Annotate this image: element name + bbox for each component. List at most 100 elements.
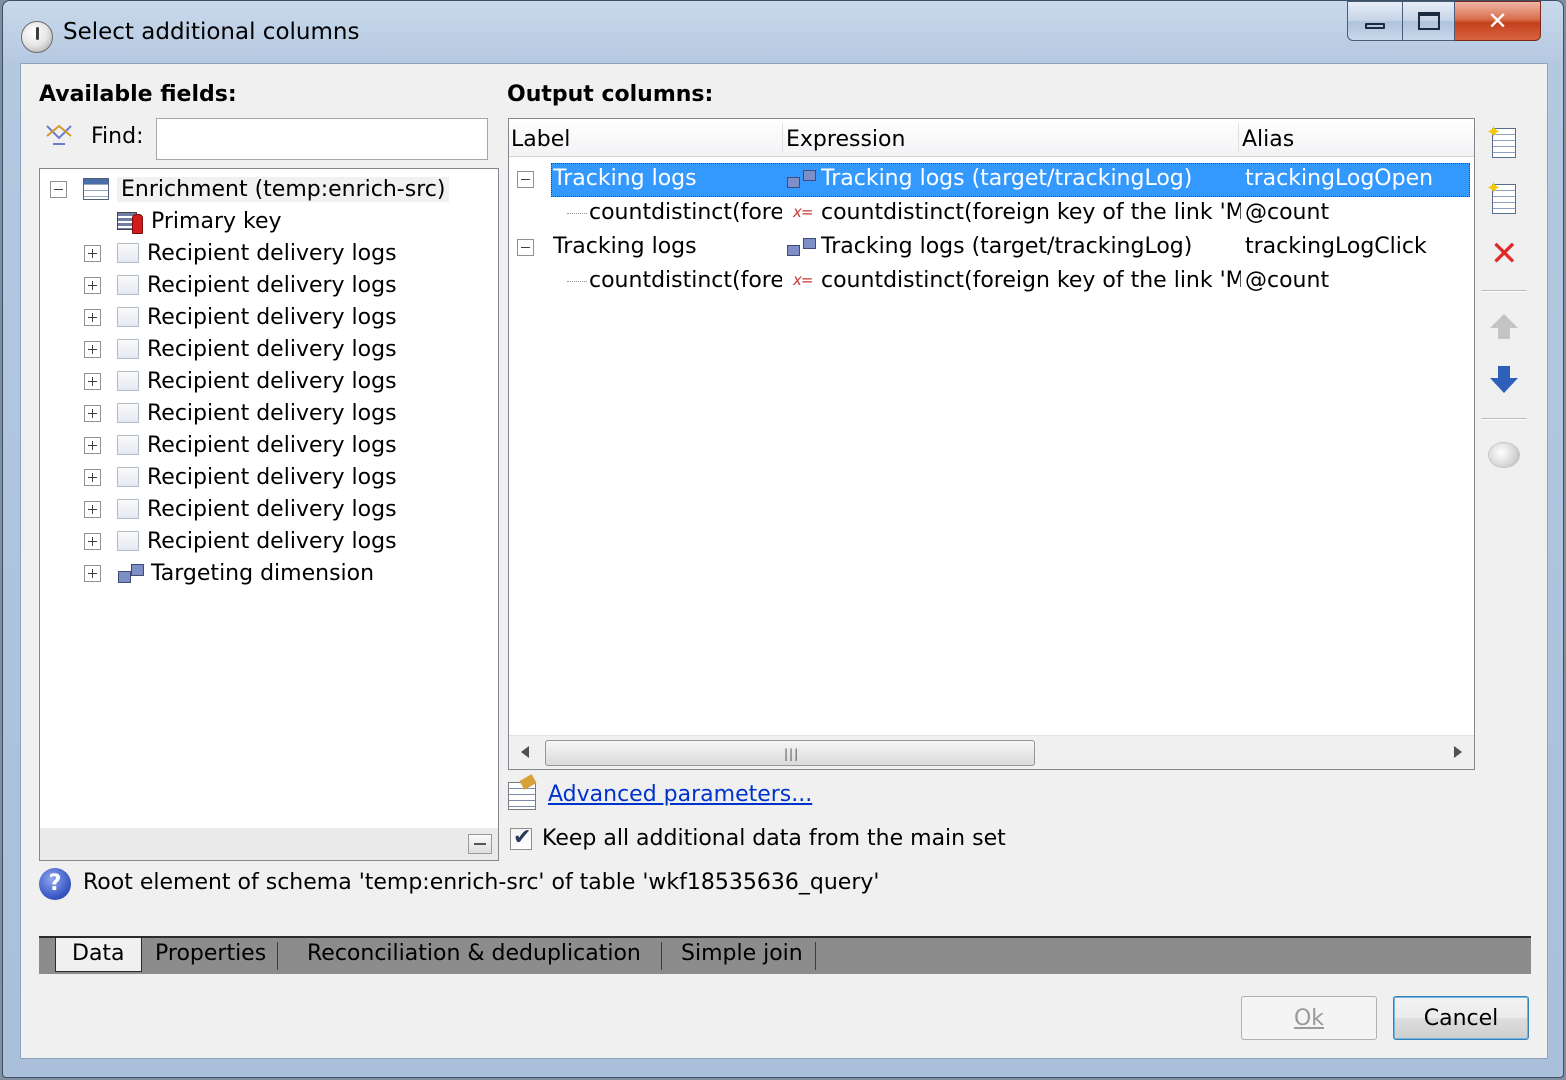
tree-node[interactable]: Recipient delivery logs bbox=[84, 493, 397, 525]
expand-icon[interactable] bbox=[84, 244, 101, 262]
tree-node[interactable]: Recipient delivery logs bbox=[84, 397, 397, 429]
column-separator[interactable] bbox=[782, 123, 783, 153]
cell-alias[interactable]: @count bbox=[1245, 268, 1469, 293]
link-icon bbox=[787, 237, 819, 257]
collapse-tree-button[interactable] bbox=[468, 834, 492, 854]
window-title: Select additional columns bbox=[63, 19, 360, 45]
keep-all-data-checkbox[interactable]: ✔ bbox=[510, 825, 532, 850]
column-separator[interactable] bbox=[1238, 123, 1239, 153]
move-down-button[interactable] bbox=[1484, 364, 1524, 404]
cell-alias[interactable]: trackingLogClick bbox=[1245, 234, 1469, 259]
cell-label[interactable]: Tracking logs bbox=[553, 166, 782, 191]
title-bar[interactable]: Select additional columns ✕ bbox=[3, 1, 1563, 63]
tab-reconciliation[interactable]: Reconciliation & deduplication bbox=[291, 938, 657, 974]
element-icon bbox=[117, 243, 139, 263]
close-icon: ✕ bbox=[1487, 7, 1508, 35]
collapse-icon[interactable] bbox=[517, 171, 534, 188]
output-columns-grid[interactable]: Label Expression Alias Tracking logs Trac… bbox=[508, 118, 1475, 770]
advanced-parameters-link[interactable]: Advanced parameters... bbox=[548, 782, 812, 807]
expand-icon[interactable] bbox=[84, 276, 101, 294]
tree-node[interactable]: Recipient delivery logs bbox=[84, 365, 397, 397]
expand-icon[interactable] bbox=[84, 532, 101, 550]
cell-label[interactable]: Tracking logs bbox=[553, 234, 782, 259]
delete-icon: ✕ bbox=[1490, 234, 1519, 274]
maximize-button[interactable] bbox=[1403, 1, 1455, 41]
check-icon: ✔ bbox=[513, 825, 532, 850]
expand-icon[interactable] bbox=[84, 564, 101, 582]
tree-node-label: Recipient delivery logs bbox=[147, 496, 397, 522]
cell-alias[interactable]: trackingLogOpen bbox=[1245, 166, 1469, 191]
expand-icon[interactable] bbox=[84, 308, 101, 326]
table-row[interactable]: countdistinct(foreign key of the link 'M… bbox=[509, 197, 1474, 231]
tree-node-label: Recipient delivery logs bbox=[147, 304, 397, 330]
available-fields-tree[interactable]: Enrichment (temp:enrich-src) Primary key R… bbox=[39, 168, 499, 861]
table-row[interactable]: Tracking logs Tracking logs (target/track… bbox=[509, 163, 1474, 197]
tree-node-label: Recipient delivery logs bbox=[147, 336, 397, 362]
tree-node[interactable]: Recipient delivery logs bbox=[84, 333, 397, 365]
primary-key-icon bbox=[117, 210, 143, 234]
tree-node[interactable]: Recipient delivery logs bbox=[84, 237, 397, 269]
advanced-parameters-icon bbox=[508, 782, 536, 810]
tab-properties[interactable]: Properties bbox=[139, 938, 282, 974]
cell-alias[interactable]: @count bbox=[1245, 200, 1469, 225]
ok-button[interactable]: Ok bbox=[1241, 996, 1377, 1040]
add-column-button[interactable]: ✦ bbox=[1484, 122, 1524, 164]
collapse-icon[interactable] bbox=[50, 180, 67, 198]
tab-separator bbox=[277, 942, 278, 970]
scroll-right-icon[interactable] bbox=[1454, 746, 1462, 758]
expand-icon[interactable] bbox=[84, 500, 101, 518]
cancel-button[interactable]: Cancel bbox=[1393, 996, 1529, 1040]
tree-node-label: Recipient delivery logs bbox=[147, 464, 397, 490]
expand-icon[interactable] bbox=[84, 436, 101, 454]
horizontal-scrollbar[interactable]: ||| bbox=[509, 735, 1474, 769]
help-icon: ? bbox=[39, 868, 71, 900]
tree-node[interactable]: Recipient delivery logs bbox=[84, 461, 397, 493]
edit-column-button[interactable]: ✦ bbox=[1484, 178, 1524, 220]
move-up-button[interactable] bbox=[1484, 310, 1524, 350]
tree-node[interactable]: Recipient delivery logs bbox=[84, 301, 397, 333]
tree-node[interactable]: Recipient delivery logs bbox=[84, 429, 397, 461]
tree-root-node[interactable]: Enrichment (temp:enrich-src) bbox=[50, 173, 450, 205]
keep-all-data-label[interactable]: Keep all additional data from the main s… bbox=[542, 826, 1006, 851]
table-row[interactable]: Tracking logs Tracking logs (target/track… bbox=[509, 231, 1474, 265]
star-icon: ✦ bbox=[1486, 122, 1502, 143]
expression-icon: x= bbox=[793, 203, 813, 221]
column-header-expression[interactable]: Expression bbox=[786, 127, 905, 152]
expand-icon[interactable] bbox=[84, 372, 101, 390]
element-icon bbox=[117, 499, 139, 519]
expand-icon[interactable] bbox=[84, 404, 101, 422]
tree-node[interactable]: Primary key bbox=[84, 205, 282, 237]
element-icon bbox=[117, 403, 139, 423]
column-header-label[interactable]: Label bbox=[511, 127, 570, 152]
tree-node-label: Recipient delivery logs bbox=[147, 272, 397, 298]
tree-node-label: Enrichment (temp:enrich-src) bbox=[117, 176, 450, 202]
cell-expression[interactable]: Tracking logs (target/trackingLog) bbox=[821, 166, 1241, 191]
app-icon bbox=[21, 21, 53, 53]
cell-expression[interactable]: countdistinct(foreign key of the link 'M… bbox=[821, 200, 1241, 225]
expand-icon[interactable] bbox=[84, 468, 101, 486]
column-header-alias[interactable]: Alias bbox=[1242, 127, 1294, 152]
tab-data[interactable]: Data bbox=[55, 938, 142, 972]
tree-node[interactable]: Recipient delivery logs bbox=[84, 269, 397, 301]
scroll-left-icon[interactable] bbox=[521, 746, 529, 758]
find-input[interactable] bbox=[156, 118, 488, 160]
cell-label[interactable]: countdistinct(foreign key of the link 'M… bbox=[589, 200, 782, 225]
sort-button[interactable] bbox=[1484, 436, 1524, 476]
cell-expression[interactable]: Tracking logs (target/trackingLog) bbox=[821, 234, 1241, 259]
expand-icon[interactable] bbox=[84, 340, 101, 358]
tree-node[interactable]: Targeting dimension bbox=[84, 557, 374, 589]
tab-separator bbox=[661, 942, 662, 970]
tab-simple-join[interactable]: Simple join bbox=[665, 938, 819, 974]
cell-label[interactable]: countdistinct(foreign key of the link 'M… bbox=[589, 268, 782, 293]
scrollbar-thumb[interactable]: ||| bbox=[545, 740, 1035, 766]
close-button[interactable]: ✕ bbox=[1455, 1, 1541, 41]
delete-column-button[interactable]: ✕ bbox=[1484, 234, 1524, 276]
collapse-icon[interactable] bbox=[517, 239, 534, 256]
table-row[interactable]: countdistinct(foreign key of the link 'M… bbox=[509, 265, 1474, 299]
tree-node-label: Recipient delivery logs bbox=[147, 240, 397, 266]
table-icon bbox=[83, 178, 109, 200]
filter-icon bbox=[46, 124, 72, 145]
minimize-button[interactable] bbox=[1347, 1, 1403, 41]
cell-expression[interactable]: countdistinct(foreign key of the link 'M… bbox=[821, 268, 1241, 293]
tree-node[interactable]: Recipient delivery logs bbox=[84, 525, 397, 557]
